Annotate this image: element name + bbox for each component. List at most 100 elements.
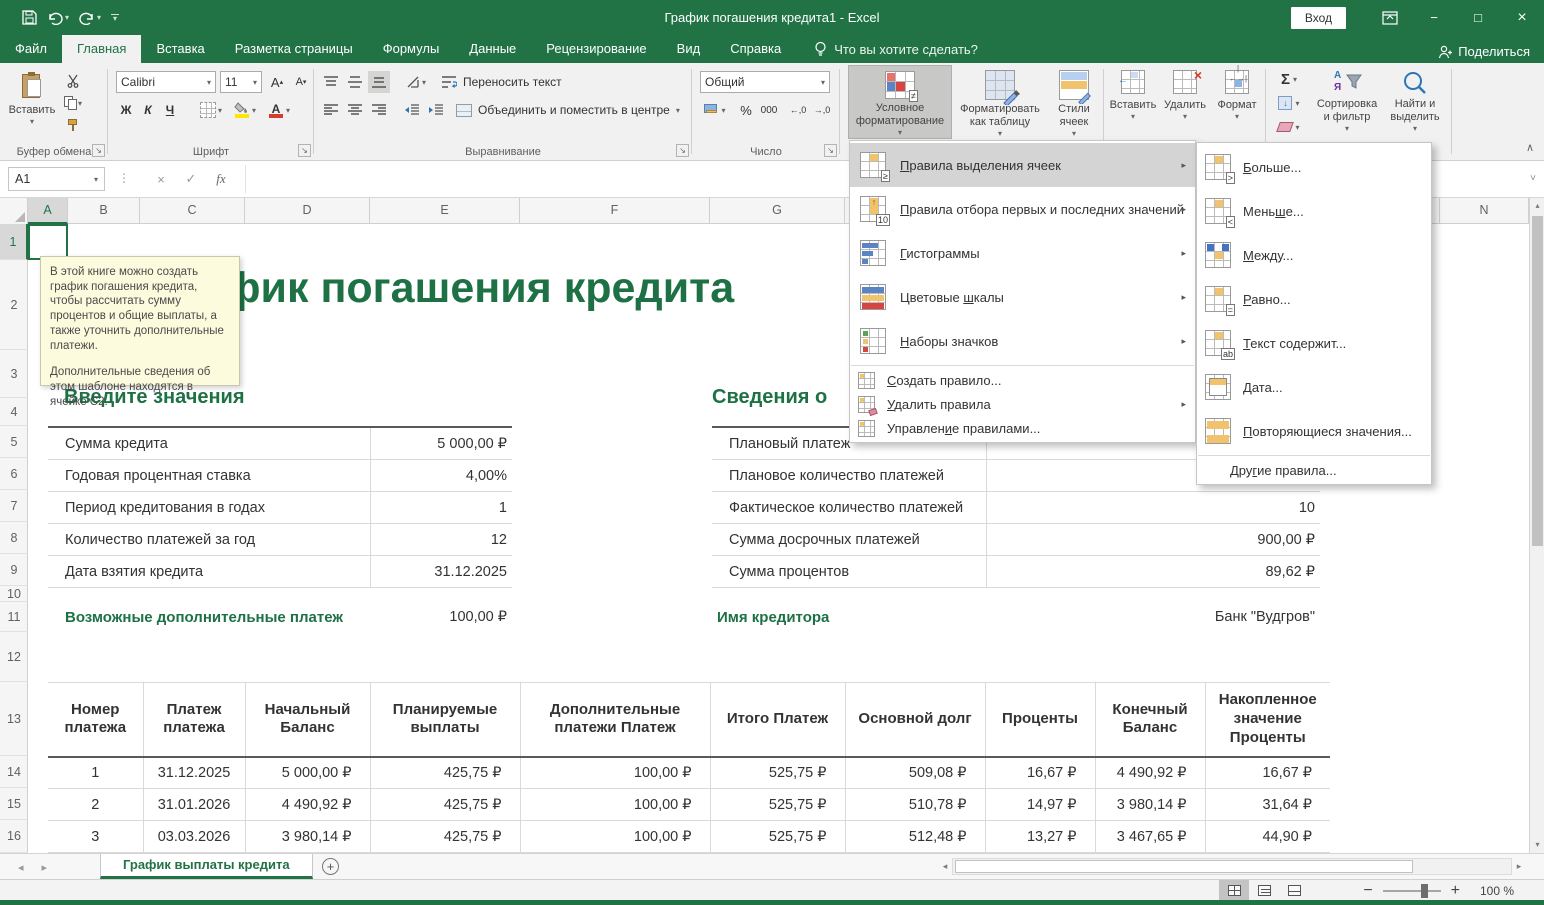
sign-in-button[interactable]: Вход <box>1291 7 1346 29</box>
scroll-right-icon[interactable]: ▸ <box>1512 861 1526 872</box>
wrap-text-button[interactable]: Переносить текст <box>442 71 602 93</box>
align-bottom-button[interactable] <box>368 71 390 93</box>
menu-item-greater-than[interactable]: >Больше... <box>1197 145 1431 189</box>
menu-item-less-than[interactable]: <Меньше... <box>1197 189 1431 233</box>
payments-cell[interactable]: 425,75 ₽ <box>370 757 520 789</box>
payments-cell[interactable]: 03.03.2026 <box>143 821 245 853</box>
bold-button[interactable]: Ж <box>116 99 136 121</box>
zoom-slider[interactable] <box>1383 890 1441 892</box>
paste-button[interactable]: Вставить ▾ <box>8 67 56 135</box>
payments-cell[interactable]: 4 490,92 ₽ <box>1095 757 1205 789</box>
tab-home[interactable]: Главная <box>62 35 141 63</box>
autosum-button[interactable]: Σ ▾ <box>1272 69 1306 89</box>
number-dialog-launcher[interactable]: ↘ <box>824 144 837 157</box>
payments-cell[interactable]: 100,00 ₽ <box>520 789 710 821</box>
column-header-E[interactable]: E <box>370 198 520 224</box>
payments-cell[interactable]: 3 467,65 ₽ <box>1095 821 1205 853</box>
row-header-2[interactable]: 2 <box>0 260 28 350</box>
font-color-button[interactable]: А ▾ <box>264 99 294 121</box>
align-top-button[interactable] <box>320 71 342 93</box>
payments-cell[interactable]: 425,75 ₽ <box>370 789 520 821</box>
format-cells-button[interactable]: |←→| Формат ▾ <box>1212 65 1262 139</box>
page-break-view-button[interactable] <box>1279 880 1309 901</box>
font-name-combo[interactable]: Calibri ▾ <box>116 71 216 93</box>
sheet-nav-left-icon[interactable]: ◂ <box>18 861 24 874</box>
align-middle-button[interactable] <box>344 71 366 93</box>
cut-button[interactable] <box>62 71 84 91</box>
menu-item-manage-rules[interactable]: Управление правилами... <box>850 416 1195 440</box>
row-header-1[interactable]: 1 <box>0 224 28 260</box>
row-header-9[interactable]: 9 <box>0 554 28 586</box>
payments-cell[interactable]: 100,00 ₽ <box>520 757 710 789</box>
tab-page-layout[interactable]: Разметка страницы <box>220 35 368 63</box>
number-format-combo[interactable]: Общий ▾ <box>700 71 830 93</box>
payments-cell[interactable]: 1 <box>48 757 143 789</box>
tab-data[interactable]: Данные <box>454 35 531 63</box>
extra-payments-row[interactable]: Возможные дополнительные платеж 100,00 ₽ <box>48 602 512 632</box>
normal-view-button[interactable] <box>1219 880 1249 901</box>
payments-cell[interactable]: 2 <box>48 789 143 821</box>
column-header-A[interactable]: A <box>28 198 68 224</box>
increase-indent-button[interactable] <box>424 99 446 121</box>
row-header-12[interactable]: 12 <box>0 632 28 682</box>
decrease-font-button[interactable]: А▾ <box>290 71 312 93</box>
increase-decimal-button[interactable]: ←,0 <box>786 99 810 121</box>
sheet-nav-right-icon[interactable]: ▸ <box>42 861 48 874</box>
sheet-tab-active[interactable]: График выплаты кредита <box>100 854 313 879</box>
decrease-indent-button[interactable] <box>400 99 422 121</box>
menu-item-duplicate-values[interactable]: Повторяющиеся значения... <box>1197 409 1431 453</box>
scroll-down-icon[interactable]: ▾ <box>1530 837 1544 853</box>
percent-style-button[interactable]: % <box>736 99 756 121</box>
payments-cell[interactable]: 510,78 ₽ <box>845 789 985 821</box>
form-value-cell[interactable]: 900,00 ₽ <box>986 524 1320 555</box>
tell-me-box[interactable]: Что вы хотите сделать? <box>814 35 978 63</box>
zoom-in-button[interactable]: + <box>1451 882 1460 900</box>
menu-item-color-scales[interactable]: Цветовые шкалы▸ <box>850 275 1195 319</box>
vertical-scroll-thumb[interactable] <box>1532 216 1543 546</box>
insert-cells-button[interactable]: ← Вставить ▾ <box>1108 65 1158 139</box>
cell-styles-button[interactable]: Стили ячеек ▾ <box>1046 65 1102 139</box>
payments-cell[interactable]: 31,64 ₽ <box>1205 789 1330 821</box>
column-header-C[interactable]: C <box>140 198 245 224</box>
row-header-16[interactable]: 16 <box>0 820 28 853</box>
row-header-8[interactable]: 8 <box>0 522 28 554</box>
row-header-15[interactable]: 15 <box>0 788 28 820</box>
format-painter-button[interactable] <box>62 115 84 135</box>
scroll-up-icon[interactable]: ▴ <box>1530 198 1544 214</box>
row-header-4[interactable]: 4 <box>0 398 28 426</box>
alignment-dialog-launcher[interactable]: ↘ <box>676 144 689 157</box>
underline-button[interactable]: Ч <box>160 99 180 121</box>
payments-cell[interactable]: 525,75 ₽ <box>710 789 845 821</box>
payments-cell[interactable]: 525,75 ₽ <box>710 757 845 789</box>
payments-cell[interactable]: 4 490,92 ₽ <box>245 789 370 821</box>
menu-item-equal-to[interactable]: =Равно... <box>1197 277 1431 321</box>
lender-name-row[interactable]: Имя кредитора Банк "Вудгров" <box>712 602 1320 632</box>
payments-cell[interactable]: 13,27 ₽ <box>985 821 1095 853</box>
ribbon-display-options-button[interactable] <box>1368 0 1412 35</box>
payments-cell[interactable]: 3 <box>48 821 143 853</box>
align-right-button[interactable] <box>368 99 390 121</box>
cancel-entry-button[interactable]: × <box>148 167 174 191</box>
form-value-cell[interactable]: 12 <box>370 524 512 555</box>
menu-item-highlight-cells-rules[interactable]: ≥Правила выделения ячеек▸ <box>850 143 1195 187</box>
menu-item-between[interactable]: Между... <box>1197 233 1431 277</box>
payments-cell[interactable]: 3 980,14 ₽ <box>1095 789 1205 821</box>
italic-button[interactable]: К <box>138 99 158 121</box>
orientation-button[interactable]: ▾ <box>400 71 432 93</box>
comma-style-button[interactable]: 000 <box>756 99 782 121</box>
payments-cell[interactable]: 14,97 ₽ <box>985 789 1095 821</box>
row-header-13[interactable]: 13 <box>0 682 28 756</box>
accounting-format-button[interactable]: ▾ <box>700 99 730 121</box>
form-value-cell[interactable]: 1 <box>370 492 512 523</box>
menu-item-top-bottom-rules[interactable]: ↑10Правила отбора первых и последних зна… <box>850 187 1195 231</box>
maximize-button[interactable]: □ <box>1456 0 1500 35</box>
row-header-7[interactable]: 7 <box>0 490 28 522</box>
increase-font-button[interactable]: А▴ <box>266 71 288 93</box>
form-value-cell[interactable]: 5 000,00 ₽ <box>370 428 512 459</box>
borders-button[interactable]: ▾ <box>196 99 226 121</box>
payments-cell[interactable]: 16,67 ₽ <box>985 757 1095 789</box>
row-header-5[interactable]: 5 <box>0 426 28 458</box>
column-header-D[interactable]: D <box>245 198 370 224</box>
zoom-slider-thumb[interactable] <box>1421 884 1428 898</box>
tab-file[interactable]: Файл <box>0 35 62 63</box>
